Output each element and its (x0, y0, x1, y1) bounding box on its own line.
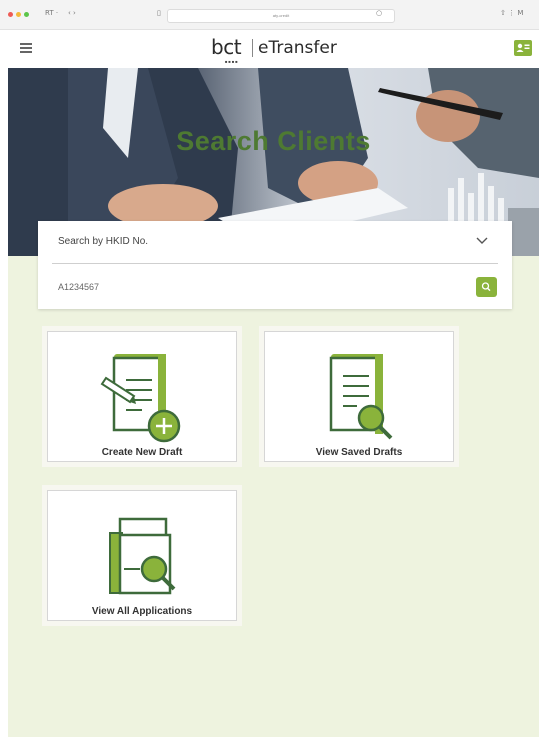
sidebar-toggle-icon[interactable]: ▯ (157, 9, 161, 17)
toolbar-text: RT · (45, 9, 59, 17)
view-drafts-icon (329, 354, 393, 440)
logo-bct-text: bct (211, 35, 242, 59)
tile-label: View All Applications (91, 606, 193, 617)
logo-divider (252, 39, 253, 57)
nav-arrows[interactable]: ‹ › (68, 9, 76, 17)
search-type-label: Search by HKID No. (58, 236, 149, 247)
minimize-dot[interactable] (16, 12, 21, 17)
toolbar-right-icons[interactable]: ⇧ ⋮ M (500, 9, 523, 17)
create-draft-icon (100, 354, 181, 443)
browser-toolbar: RT · ‹ › ▯ aty-credit ○ ⇧ ⋮ M (0, 0, 539, 30)
applications-icon (109, 517, 176, 595)
search-card: Search by HKID No. (38, 221, 512, 309)
tile-card: Create New Draft (47, 331, 237, 462)
page-title: Search Clients (176, 126, 371, 156)
tile-label: Create New Draft (101, 447, 183, 458)
search-input[interactable] (52, 275, 470, 299)
logo-product-name: eTransfer (258, 38, 337, 58)
create-new-draft-tile[interactable]: Create New Draft (42, 326, 242, 467)
tile-card: View Saved Drafts (264, 331, 454, 462)
tile-label: View Saved Drafts (315, 447, 403, 458)
logo-dots: ■■■■ (225, 59, 239, 64)
address-bar[interactable]: aty-credit (167, 9, 395, 23)
app-header: bct ■■■■ eTransfer (8, 30, 539, 68)
view-saved-drafts-tile[interactable]: View Saved Drafts (259, 326, 459, 467)
maximize-dot[interactable] (24, 12, 29, 17)
search-icon (481, 282, 491, 292)
user-card-icon[interactable] (514, 40, 532, 56)
view-all-applications-tile[interactable]: View All Applications (42, 485, 242, 626)
reload-icon[interactable]: ○ (376, 9, 382, 17)
tile-card: View All Applications (47, 490, 237, 621)
hamburger-icon[interactable] (20, 43, 32, 53)
search-type-dropdown[interactable]: Search by HKID No. (52, 221, 498, 264)
close-dot[interactable] (8, 12, 13, 17)
chevron-down-icon (476, 237, 488, 244)
search-button[interactable] (476, 277, 497, 297)
address-text: aty-credit (272, 13, 290, 18)
